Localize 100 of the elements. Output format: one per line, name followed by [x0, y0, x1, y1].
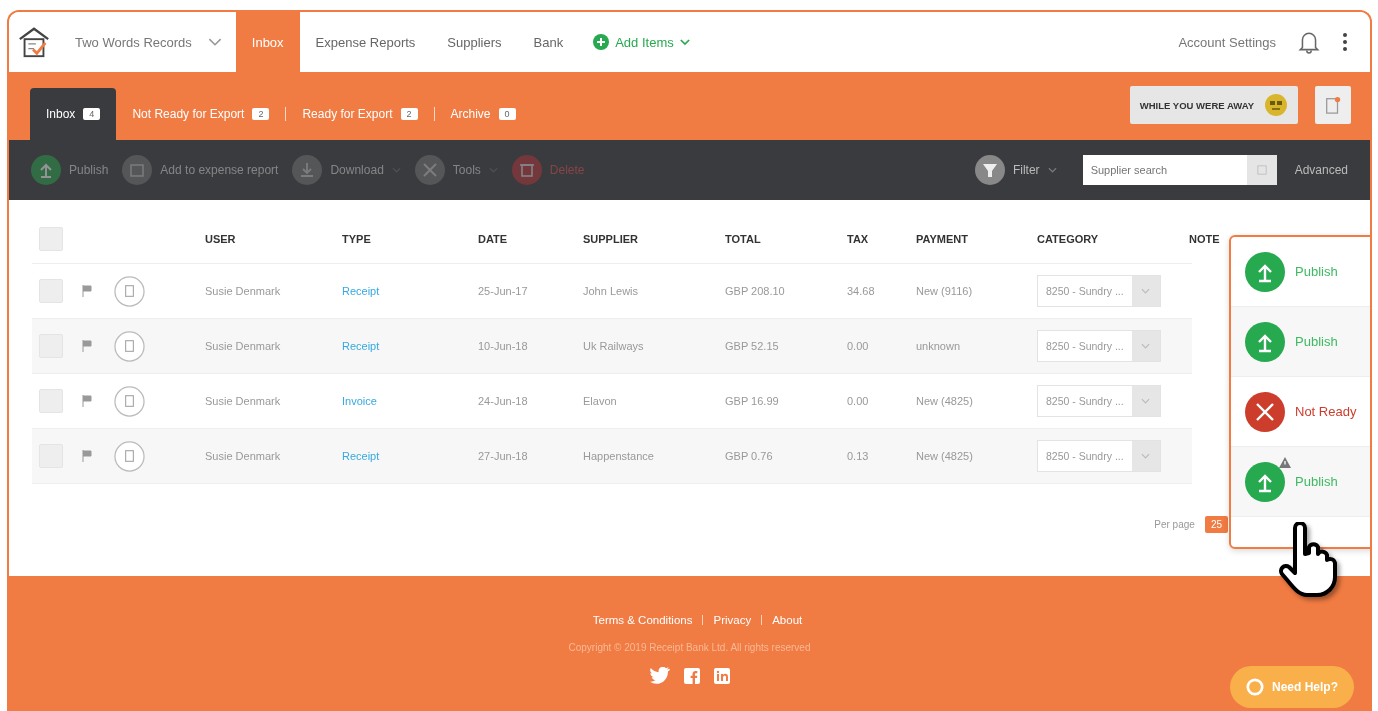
clipboard-icon: [1324, 95, 1342, 115]
document-icon[interactable]: [114, 385, 145, 417]
company-dropdown[interactable]: Two Words Records: [75, 34, 222, 50]
document-icon[interactable]: [114, 330, 145, 362]
lifebuoy-icon: [1246, 678, 1264, 696]
table-cell-text: Uk Railways: [582, 340, 645, 352]
document-type-link[interactable]: Receipt: [334, 285, 470, 297]
filter-button[interactable]: Filter: [974, 155, 1057, 185]
document-type-link[interactable]: Invoice: [334, 395, 470, 407]
column-header: TOTAL: [724, 233, 762, 245]
table-cell-text: 0.13: [846, 450, 870, 462]
select-all-checkbox[interactable]: [39, 227, 63, 251]
caret-icon: [1047, 167, 1057, 173]
account-settings-link[interactable]: Account Settings: [1178, 34, 1276, 50]
need-help-button[interactable]: Need Help?: [1230, 666, 1354, 708]
linkedin-icon[interactable]: [713, 667, 730, 684]
document-type-link[interactable]: Receipt: [334, 450, 470, 462]
column-header: PAYMENT: [915, 233, 969, 245]
table-cell-text: Susie Denmark: [204, 395, 282, 407]
table-cell-text: GBP 16.99: [724, 395, 780, 407]
table-cell-text: 10-Jun-18: [477, 340, 529, 352]
status-option[interactable]: Publish: [1231, 307, 1370, 377]
plus-circle-icon: [593, 34, 610, 50]
row-checkbox[interactable]: [39, 279, 63, 303]
column-header: USER: [204, 233, 237, 245]
category-dropdown[interactable]: 8250 - Sundry ...: [1037, 440, 1161, 472]
search-button[interactable]: [1246, 155, 1277, 185]
category-dropdown[interactable]: 8250 - Sundry ...: [1037, 330, 1161, 362]
flag-icon[interactable]: [82, 285, 92, 297]
table-cell-text: unknown: [915, 340, 962, 352]
while-you-were-away-button[interactable]: WHILE YOU WERE AWAY: [1129, 86, 1298, 124]
table-cell-text: New (4825): [915, 450, 974, 462]
add-items-button[interactable]: Add Items: [593, 34, 690, 50]
table-cell-text: Elavon: [582, 395, 618, 407]
download-icon: [292, 155, 323, 185]
house-logo-icon[interactable]: [17, 25, 51, 59]
chevron-down-icon: [207, 37, 222, 47]
more-menu-icon[interactable]: [1342, 32, 1348, 52]
nav-tab[interactable]: Suppliers: [431, 12, 518, 72]
flag-icon[interactable]: [82, 395, 92, 407]
document-icon[interactable]: [114, 275, 145, 307]
nav-tab[interactable]: Bank: [517, 12, 580, 72]
table-cell-text: New (4825): [915, 395, 974, 407]
footer-link[interactable]: Privacy: [713, 614, 752, 626]
notification-bell-icon[interactable]: [1298, 30, 1320, 54]
footer-link[interactable]: About: [772, 614, 803, 626]
table-cell-text: 24-Jun-18: [477, 395, 529, 407]
flag-icon[interactable]: [82, 450, 92, 462]
folder-tab[interactable]: Ready for Export 2: [286, 88, 434, 140]
document-type-link[interactable]: Receipt: [334, 340, 470, 352]
nav-tab[interactable]: Expense Reports: [299, 12, 432, 72]
table-cell-text: New (9116): [915, 285, 974, 297]
tools-icon: [414, 155, 445, 185]
per-page-label: Per page: [1154, 519, 1195, 530]
folder-tab[interactable]: Inbox 4: [30, 88, 117, 140]
advanced-search-link[interactable]: Advanced: [1294, 163, 1348, 177]
table-cell-text: GBP 52.15: [724, 340, 780, 352]
column-header: TAX: [846, 233, 870, 245]
row-checkbox[interactable]: [39, 389, 63, 413]
report-icon: [122, 155, 153, 185]
status-option[interactable]: Publish: [1231, 237, 1370, 307]
footer-link[interactable]: Terms & Conditions: [592, 614, 693, 626]
status-option[interactable]: Not Ready: [1231, 377, 1370, 447]
twitter-bird-icon[interactable]: [649, 667, 670, 684]
facebook-icon[interactable]: [683, 667, 700, 684]
chevron-down-icon: [1141, 288, 1151, 294]
category-dropdown[interactable]: 8250 - Sundry ...: [1037, 275, 1161, 307]
table-cell-text: 0.00: [846, 395, 870, 407]
column-header: CATEGORY: [1036, 233, 1100, 245]
table-cell-text: 27-Jun-18: [477, 450, 529, 462]
nav-tab[interactable]: Inbox: [235, 12, 300, 72]
supplier-search-field[interactable]: Supplier search: [1082, 155, 1277, 185]
category-dropdown[interactable]: 8250 - Sundry ...: [1037, 385, 1161, 417]
table-cell-text: 34.68: [846, 285, 876, 297]
close-icon: [1245, 391, 1285, 432]
search-icon: [1256, 165, 1267, 175]
upload-icon: [1245, 251, 1285, 292]
upload-icon: [1245, 461, 1285, 502]
column-header: TYPE: [341, 233, 372, 245]
flag-icon[interactable]: [82, 340, 92, 352]
table-cell-text: 25-Jun-17: [477, 285, 529, 297]
clipboard-button[interactable]: [1315, 86, 1351, 124]
table-cell-text: GBP 208.10: [724, 285, 786, 297]
chevron-down-icon: [1141, 343, 1151, 349]
per-page-select[interactable]: 25: [1204, 516, 1228, 533]
funnel-icon: [974, 155, 1005, 185]
column-header: SUPPLIER: [582, 233, 639, 245]
copyright-text: Copyright © 2019 Receipt Bank Ltd. All rights reserved: [568, 642, 811, 653]
table-cell-text: GBP 0.76: [724, 450, 774, 462]
table-cell-text: 0.00: [846, 340, 870, 352]
folder-tab[interactable]: Archive 0: [434, 88, 532, 140]
column-header: NOTE: [1188, 233, 1221, 245]
upload-icon: [1245, 321, 1285, 362]
trash-icon: [511, 155, 542, 185]
table-cell-text: Happenstance: [582, 450, 655, 462]
column-header: DATE: [477, 233, 509, 245]
document-icon[interactable]: [114, 440, 145, 472]
folder-tab[interactable]: Not Ready for Export 2: [116, 88, 286, 140]
table-cell-text: Susie Denmark: [204, 450, 282, 462]
status-option[interactable]: Publish: [1231, 447, 1370, 517]
